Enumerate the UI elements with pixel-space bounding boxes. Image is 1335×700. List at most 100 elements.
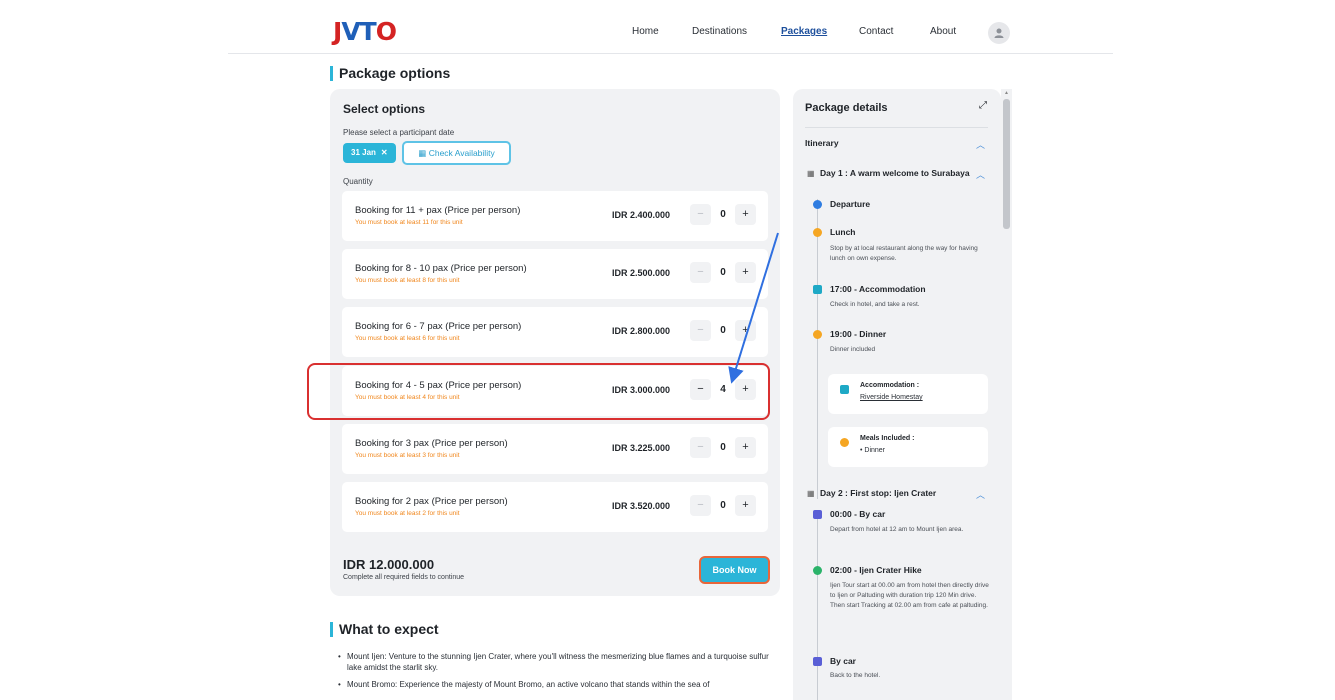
decrement-button[interactable]: − [690, 495, 711, 516]
quantity-value: 0 [720, 209, 726, 220]
chevron-up-icon[interactable]: ︿ [976, 488, 985, 501]
check-availability-button[interactable]: ▦ Check Availability [402, 141, 511, 165]
row-price: IDR 3.520.000 [611, 501, 670, 511]
quantity-value: 0 [720, 325, 726, 336]
chevron-up-icon[interactable]: ︿ [976, 168, 985, 181]
meal-icon [813, 330, 822, 339]
timeline-desc: Back to the hotel. [830, 672, 881, 679]
date-label: Please select a participant date [343, 128, 455, 137]
scrollbar[interactable]: ▲ [1001, 89, 1012, 700]
timeline-desc: Ijen Tour start at 00.00 am from hotel t… [830, 582, 989, 609]
list-item: Mount Ijen: Venture to the stunning Ijen… [338, 651, 783, 673]
nav-contact[interactable]: Contact [859, 26, 893, 37]
nav-home[interactable]: Home [632, 26, 659, 37]
timeline-title: Lunch [830, 227, 856, 237]
hike-icon [813, 566, 822, 575]
what-to-expect-title: What to expect [330, 621, 439, 637]
expand-icon[interactable]: ⤢ [979, 100, 987, 111]
select-options-title: Select options [343, 102, 426, 116]
meal-icon [840, 438, 849, 447]
booking-row: Booking for 2 pax (Price per person) You… [342, 482, 768, 532]
row-title: Booking for 6 - 7 pax (Price per person) [355, 321, 522, 332]
calendar-icon: ▦ [807, 489, 815, 498]
car-icon [813, 510, 822, 519]
accommodation-link[interactable]: Riverside Homestay [860, 394, 923, 401]
row-title: Booking for 2 pax (Price per person) [355, 496, 508, 507]
quantity-value: 0 [720, 442, 726, 453]
card-title: Meals Included : [860, 435, 915, 442]
decrement-button[interactable]: − [690, 320, 711, 341]
timeline-desc: Check in hotel, and take a rest. [830, 301, 920, 308]
book-now-button[interactable]: Book Now [699, 556, 770, 584]
booking-row: Booking for 3 pax (Price per person) You… [342, 424, 768, 474]
page: JVTO Home Destinations Packages Contact … [0, 0, 1335, 700]
divider [805, 127, 988, 128]
card-title: Accommodation : [860, 382, 920, 389]
row-title: Booking for 11 + pax (Price per person) [355, 205, 521, 216]
timeline-title: Departure [830, 199, 871, 209]
user-icon [994, 28, 1004, 38]
location-pin-icon [813, 200, 822, 209]
decrement-button[interactable]: − [690, 204, 711, 225]
quantity-label: Quantity [343, 177, 373, 186]
avatar[interactable] [988, 22, 1010, 44]
row-price: IDR 2.400.000 [611, 210, 670, 220]
nav-packages[interactable]: Packages [781, 26, 827, 37]
meal-icon [813, 228, 822, 237]
chevron-up-icon[interactable]: ︿ [976, 138, 985, 151]
timeline-title: 00:00 - By car [830, 509, 886, 519]
row-price: IDR 3.225.000 [611, 443, 670, 453]
row-min-note: You must book at least 6 for this unit [355, 335, 460, 342]
package-details-title: Package details [805, 102, 888, 114]
calendar-icon: ▦ [418, 148, 427, 158]
package-details-panel: Package details ⤢ Itinerary ︿ ▦ Day 1 : … [793, 89, 1001, 700]
increment-button[interactable]: + [735, 320, 756, 341]
day-1-title: Day 1 : A warm welcome to Surabaya [820, 168, 970, 178]
scroll-thumb[interactable] [1003, 99, 1010, 229]
row-title: Booking for 8 - 10 pax (Price per person… [355, 263, 527, 274]
decrement-button[interactable]: − [690, 437, 711, 458]
decrement-button[interactable]: − [690, 262, 711, 283]
nav-destinations[interactable]: Destinations [692, 26, 747, 37]
timeline-title: By car [830, 656, 856, 666]
nav-about[interactable]: About [930, 26, 956, 37]
timeline-desc: Stop by at local restaurant along the wa… [830, 245, 978, 262]
date-chip[interactable]: 31 Jan ✕ [343, 143, 396, 163]
calendar-icon: ▦ [807, 169, 815, 178]
top-navbar: JVTO Home Destinations Packages Contact … [228, 0, 1113, 54]
timeline-line [817, 199, 818, 499]
timeline-title: 17:00 - Accommodation [830, 284, 926, 294]
row-price: IDR 2.800.000 [611, 326, 670, 336]
timeline-desc: Dinner included [830, 346, 876, 353]
package-options-title: Package options [330, 65, 450, 81]
row-min-note: You must book at least 2 for this unit [355, 510, 460, 517]
total-price: IDR 12.000.000 [343, 557, 435, 572]
row-min-note: You must book at least 3 for this unit [355, 452, 460, 459]
booking-row: Booking for 11 + pax (Price per person) … [342, 191, 768, 241]
timeline-line [817, 514, 818, 700]
close-icon[interactable]: ✕ [381, 148, 388, 157]
expect-list: Mount Ijen: Venture to the stunning Ijen… [338, 651, 783, 696]
increment-button[interactable]: + [735, 204, 756, 225]
timeline-title: 02:00 - Ijen Crater Hike [830, 565, 922, 575]
select-options-panel: Select options Please select a participa… [330, 89, 780, 596]
hotel-icon [813, 285, 822, 294]
meals-value: • Dinner [860, 447, 886, 454]
booking-row: Booking for 8 - 10 pax (Price per person… [342, 249, 768, 299]
timeline-desc: Depart from hotel at 12 am to Mount Ijen… [830, 526, 964, 533]
booking-row: Booking for 6 - 7 pax (Price per person)… [342, 307, 768, 357]
row-min-note: You must book at least 8 for this unit [355, 277, 460, 284]
itinerary-label: Itinerary [805, 138, 839, 148]
car-icon [813, 657, 822, 666]
jvto-logo[interactable]: JVTO [333, 17, 397, 46]
total-note: Complete all required fields to continue [343, 574, 465, 581]
quantity-value: 0 [720, 267, 726, 278]
accommodation-card: Accommodation : Riverside Homestay [828, 374, 988, 414]
scroll-up-icon[interactable]: ▲ [1004, 90, 1009, 96]
list-item: Mount Bromo: Experience the majesty of M… [338, 679, 783, 690]
row-price: IDR 2.500.000 [611, 268, 670, 278]
increment-button[interactable]: + [735, 262, 756, 283]
increment-button[interactable]: + [735, 495, 756, 516]
increment-button[interactable]: + [735, 437, 756, 458]
highlight-box [307, 363, 770, 420]
